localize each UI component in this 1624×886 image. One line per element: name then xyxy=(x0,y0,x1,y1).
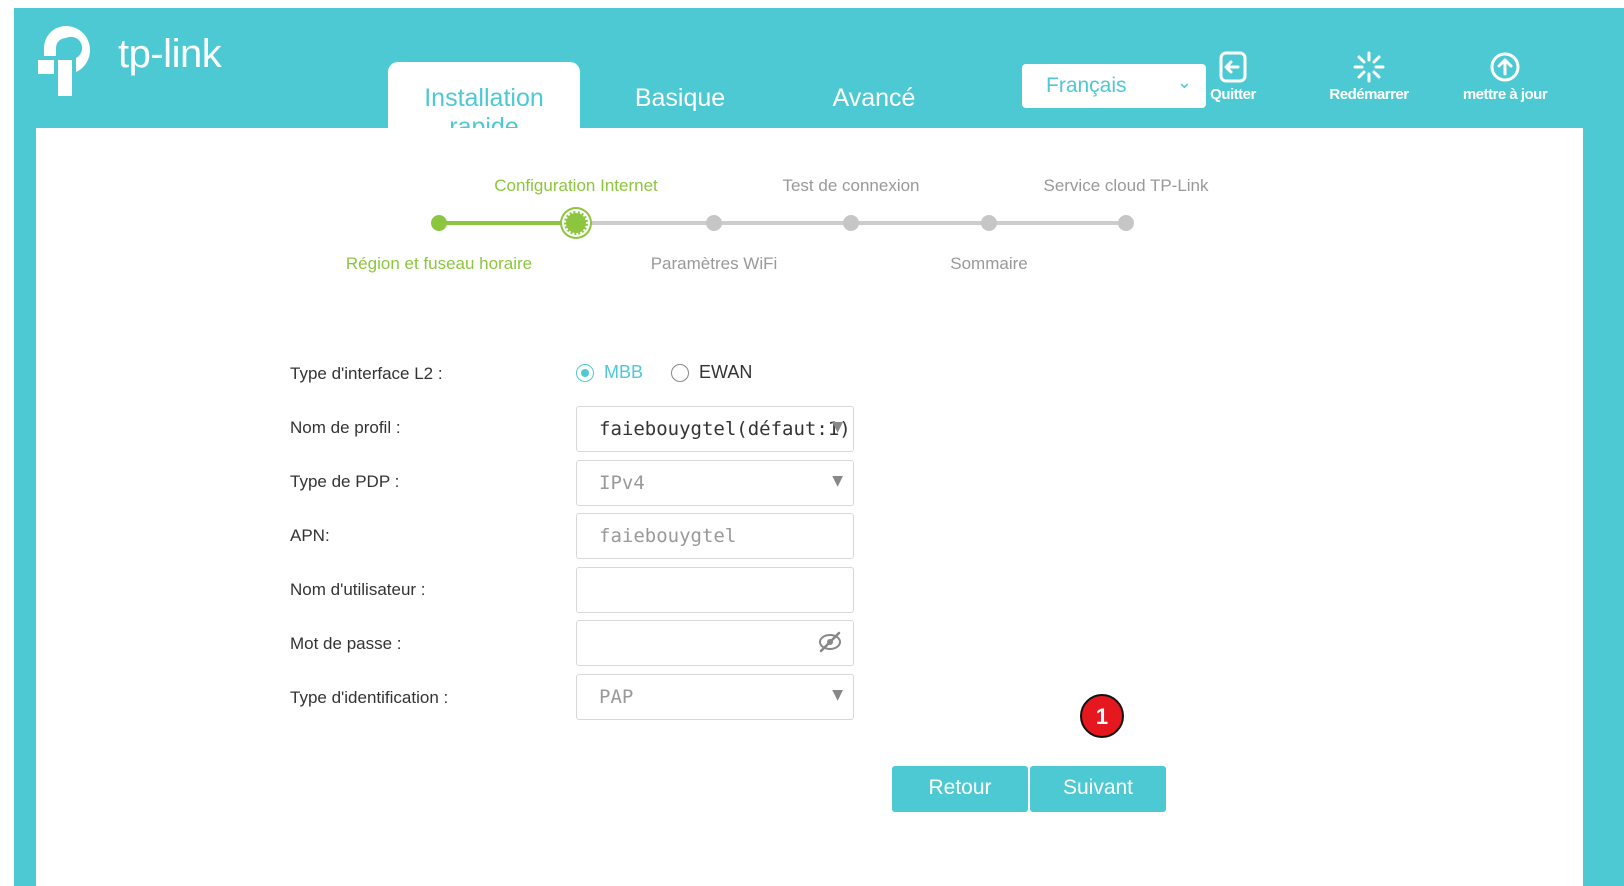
profile-name-value: faiebouygtel(défaut:1) xyxy=(599,418,851,440)
radio-ewan[interactable]: EWAN xyxy=(671,362,752,383)
restart-button[interactable]: Redémarrer xyxy=(1314,50,1424,103)
restart-label: Redémarrer xyxy=(1329,86,1409,103)
apn-input[interactable]: faiebouygtel xyxy=(576,513,854,559)
back-button[interactable]: Retour xyxy=(892,766,1028,812)
annotation-marker: 1 xyxy=(1080,694,1124,738)
tab-basique[interactable]: Basique xyxy=(610,62,750,128)
restart-icon xyxy=(1353,51,1385,83)
step-label-region: Région et fuseau horaire xyxy=(345,254,533,273)
pdp-type-value: IPv4 xyxy=(599,472,645,494)
profile-name-select[interactable]: faiebouygtel(défaut:1) ▼ xyxy=(576,406,854,452)
upgrade-icon xyxy=(1490,52,1520,82)
tp-link-logo-icon xyxy=(38,26,91,96)
next-button[interactable]: Suivant xyxy=(1030,766,1166,812)
dropdown-arrow-icon: ▼ xyxy=(832,687,843,703)
progress-step-4 xyxy=(843,215,859,231)
username-label: Nom d'utilisateur : xyxy=(290,580,426,599)
upgrade-label: mettre à jour xyxy=(1462,86,1548,103)
apn-value: faiebouygtel xyxy=(599,525,737,547)
auth-type-value: PAP xyxy=(599,686,634,708)
progress-track-done xyxy=(439,221,576,225)
auth-type-label: Type d'identification : xyxy=(290,688,449,707)
hide-password-icon[interactable] xyxy=(817,631,843,653)
language-selected: Français xyxy=(1046,74,1127,97)
step-label-test-connexion: Test de connexion xyxy=(782,176,920,195)
dropdown-arrow-icon: ▼ xyxy=(832,419,843,435)
logout-icon xyxy=(1219,51,1247,83)
pdp-type-label: Type de PDP : xyxy=(290,472,400,491)
tab-avance[interactable]: Avancé xyxy=(804,62,944,128)
radio-mbb[interactable]: MBB xyxy=(576,362,643,383)
step-label-wifi: Paramètres WiFi xyxy=(650,254,778,273)
password-input[interactable] xyxy=(576,620,854,666)
progress-step-1 xyxy=(431,215,447,231)
step-label-sommaire: Sommaire xyxy=(950,254,1028,273)
quit-button[interactable]: Quitter xyxy=(1178,50,1288,103)
profile-name-label: Nom de profil : xyxy=(290,418,401,437)
progress-step-3 xyxy=(706,215,722,231)
pdp-type-select[interactable]: IPv4 ▼ xyxy=(576,460,854,506)
progress-step-2-current xyxy=(564,211,588,235)
radio-mbb-indicator xyxy=(576,363,594,382)
radio-ewan-label: EWAN xyxy=(699,362,753,382)
radio-mbb-label: MBB xyxy=(604,362,644,382)
wizard-panel: Configuration Internet Test de connexion… xyxy=(36,128,1583,886)
brand-name: tp-link xyxy=(118,32,222,76)
auth-type-select[interactable]: PAP ▼ xyxy=(576,674,854,720)
l2-type-label: Type d'interface L2 : xyxy=(290,364,443,383)
tab-installation-rapide[interactable]: Installation rapide xyxy=(388,62,580,141)
password-label: Mot de passe : xyxy=(290,634,402,653)
step-label-service-cloud: Service cloud TP-Link xyxy=(1043,176,1209,195)
dropdown-arrow-icon: ▼ xyxy=(832,473,843,489)
username-input[interactable] xyxy=(576,567,854,613)
step-label-configuration-internet: Configuration Internet xyxy=(494,176,658,195)
tp-link-logo: tp-link xyxy=(36,22,276,102)
progress-step-6 xyxy=(1118,215,1134,231)
apn-label: APN: xyxy=(290,526,330,545)
upgrade-button[interactable]: mettre à jour xyxy=(1450,50,1560,103)
router-admin-frame: tp-link Installation rapide Basique Avan… xyxy=(14,8,1624,886)
progress-step-5 xyxy=(981,215,997,231)
radio-ewan-indicator xyxy=(671,363,689,382)
quit-label: Quitter xyxy=(1210,86,1256,103)
